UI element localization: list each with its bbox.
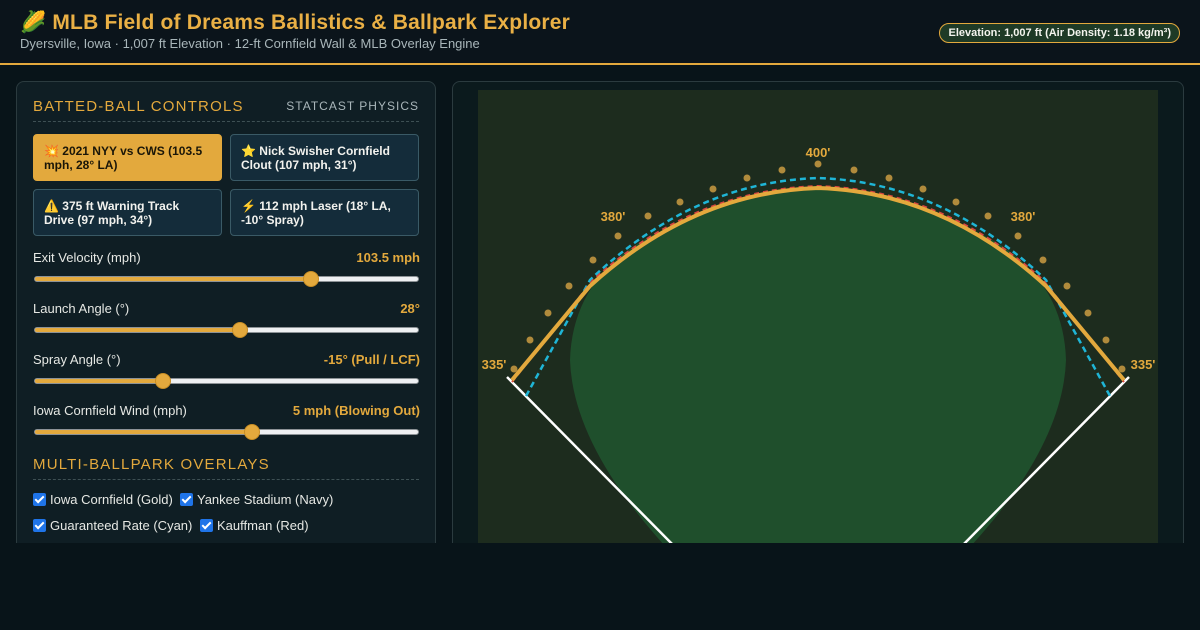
overlay-checkbox-iowa[interactable]: Iowa Cornfield (Gold)	[33, 492, 173, 507]
overlays-header: MULTI-BALLPARK OVERLAYS	[33, 456, 419, 480]
overlay-label-kauffman: Kauffman (Red)	[217, 518, 309, 533]
preset-button-laser[interactable]: ⚡ 112 mph Laser (18° LA, -10° Spray)	[230, 189, 419, 236]
wind-control: Iowa Cornfield Wind (mph) 5 mph (Blowing…	[33, 403, 420, 443]
app-subtitle: Dyersville, Iowa · 1,007 ft Elevation · …	[20, 36, 480, 51]
overlay-label-yankee: Yankee Stadium (Navy)	[197, 492, 334, 507]
corn-icon: 🌽	[20, 11, 47, 34]
spray-angle-slider-thumb[interactable]	[154, 373, 171, 389]
wind-fill	[35, 430, 252, 434]
spray-angle-control: Spray Angle (°) -15° (Pull / LCF)	[33, 352, 420, 392]
wind-track[interactable]	[34, 429, 419, 435]
overlay-label-iowa: Iowa Cornfield (Gold)	[50, 492, 173, 507]
wind-slider-thumb[interactable]	[243, 424, 260, 440]
batted-ball-controls-panel: BATTED-BALL CONTROLS STATCAST PHYSICS 💥 …	[16, 81, 436, 561]
exit-velocity-control: Exit Velocity (mph) 103.5 mph	[33, 250, 420, 290]
exit-velocity-value: 103.5 mph	[356, 250, 420, 265]
overlays-title: MULTI-BALLPARK OVERLAYS	[33, 456, 270, 473]
distance-label-right: 335'	[1131, 357, 1156, 372]
overlay-checkbox-guaranteed-rate[interactable]: Guaranteed Rate (Cyan)	[33, 518, 192, 533]
spray-angle-fill	[35, 379, 164, 383]
app-header: 🌽 MLB Field of Dreams Ballistics & Ballpa…	[0, 0, 1200, 65]
launch-angle-value: 28°	[400, 301, 420, 316]
controls-header: BATTED-BALL CONTROLS STATCAST PHYSICS	[33, 98, 419, 122]
spray-angle-value: -15° (Pull / LCF)	[323, 352, 420, 367]
statcast-tag: STATCAST PHYSICS	[286, 99, 419, 113]
overlay-checkbox-yankee[interactable]: Yankee Stadium (Navy)	[180, 492, 333, 507]
spray-angle-track[interactable]	[34, 378, 419, 384]
launch-angle-control: Launch Angle (°) 28°	[33, 301, 420, 341]
ballpark-field-diagram[interactable]: 400' 380' 380' 335' 335'	[478, 90, 1158, 560]
checkbox-checked-icon[interactable]	[200, 519, 213, 532]
launch-angle-track[interactable]	[34, 327, 419, 333]
launch-angle-label: Launch Angle (°)	[33, 301, 130, 316]
preset-button-nyy-cws[interactable]: 💥 2021 NYY vs CWS (103.5 mph, 28° LA)	[33, 134, 222, 181]
exit-velocity-label: Exit Velocity (mph)	[33, 250, 141, 265]
wind-value: 5 mph (Blowing Out)	[292, 403, 420, 418]
app-title-text: MLB Field of Dreams Ballistics & Ballpar…	[52, 11, 571, 34]
launch-angle-fill	[35, 328, 240, 332]
exit-velocity-track[interactable]	[34, 276, 419, 282]
distance-label-left: 335'	[482, 357, 507, 372]
page-bottom-cutoff	[0, 543, 1200, 630]
spray-angle-label: Spray Angle (°)	[33, 352, 121, 367]
exit-velocity-slider-thumb[interactable]	[303, 271, 320, 287]
wind-label: Iowa Cornfield Wind (mph)	[33, 403, 187, 418]
exit-velocity-fill	[35, 277, 311, 281]
preset-button-swisher[interactable]: ⭐ Nick Swisher Cornfield Clout (107 mph,…	[230, 134, 419, 181]
checkbox-checked-icon[interactable]	[33, 493, 46, 506]
overlay-label-guaranteed-rate: Guaranteed Rate (Cyan)	[50, 518, 193, 533]
launch-angle-slider-thumb[interactable]	[231, 322, 248, 338]
distance-label-center: 400'	[806, 145, 831, 160]
elevation-badge: Elevation: 1,007 ft (Air Density: 1.18 k…	[939, 23, 1180, 43]
distance-label-right-center: 380'	[1011, 209, 1036, 224]
checkbox-checked-icon[interactable]	[33, 519, 46, 532]
checkbox-checked-icon[interactable]	[180, 493, 193, 506]
app-title: 🌽 MLB Field of Dreams Ballistics & Ballpa…	[20, 11, 570, 35]
preset-button-warning-track[interactable]: ⚠️ 375 ft Warning Track Drive (97 mph, 3…	[33, 189, 222, 236]
controls-title: BATTED-BALL CONTROLS	[33, 98, 244, 115]
distance-label-left-center: 380'	[601, 209, 626, 224]
overlay-checkbox-kauffman[interactable]: Kauffman (Red)	[200, 518, 309, 533]
ballpark-field-panel: 400' 380' 380' 335' 335'	[452, 81, 1184, 561]
